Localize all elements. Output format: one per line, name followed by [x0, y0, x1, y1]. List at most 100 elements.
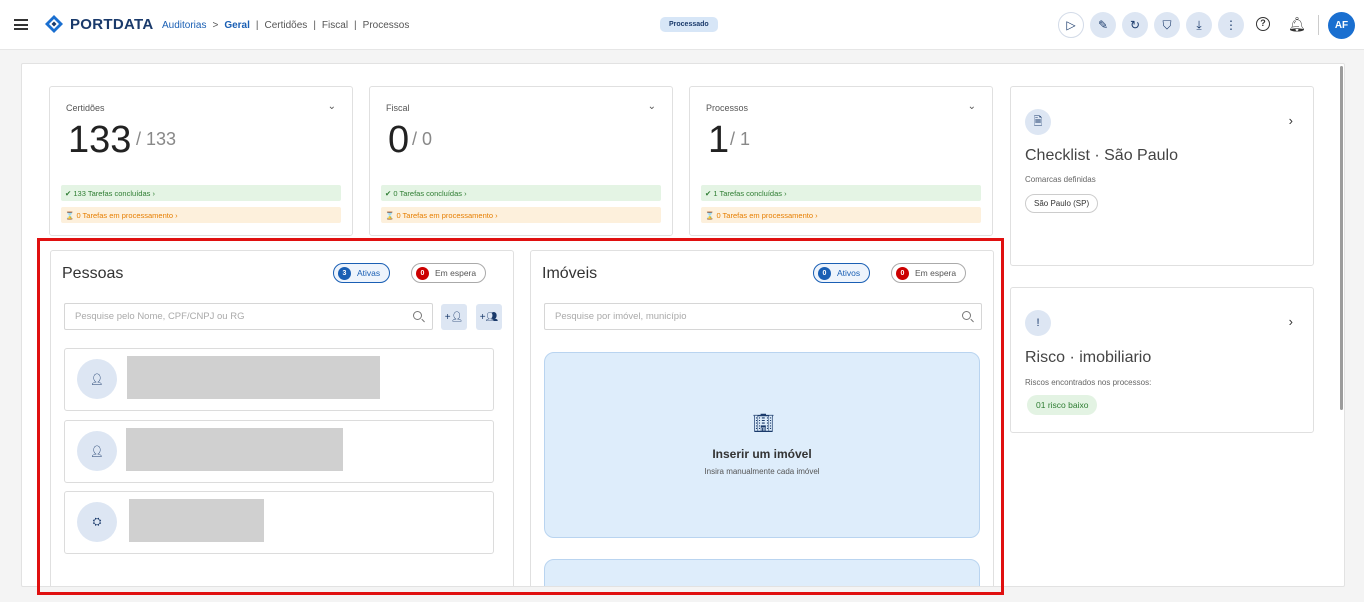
stat-total: / 133: [136, 129, 177, 149]
pessoas-panel: Pessoas 3 Ativas 0 Em espera +👤︎ +👥︎ 👤︎ …: [50, 250, 514, 586]
tasks-processing-label: 0 Tarefas em processamento: [716, 211, 814, 220]
play-icon[interactable]: ▷: [1058, 12, 1084, 38]
stat-value: 0: [388, 119, 410, 161]
insert-title: Inserir um imóvel: [712, 447, 812, 461]
chevron-right-icon: ›: [150, 189, 155, 198]
chevron-right-icon: ›: [462, 189, 467, 198]
tasks-done-link[interactable]: ✔ 0 Tarefas concluídas ›: [381, 185, 661, 201]
shield-icon[interactable]: ⛉: [1154, 12, 1180, 38]
active-filter-pill[interactable]: 3 Ativas: [333, 263, 391, 283]
list-item[interactable]: 👤︎: [64, 348, 494, 411]
stat-label: Fiscal: [386, 103, 410, 113]
edit-icon[interactable]: ✎: [1090, 12, 1116, 38]
menu-icon[interactable]: [14, 19, 28, 30]
chevron-right-icon: ›: [173, 211, 178, 220]
risk-subtitle: Riscos encontrados nos processos:: [1025, 378, 1152, 387]
chevron-right-icon[interactable]: ›: [1289, 314, 1293, 329]
waiting-label: Em espera: [915, 268, 957, 278]
list-item[interactable]: 👤︎: [64, 420, 494, 483]
active-count: 0: [818, 266, 831, 280]
search-icon[interactable]: [413, 311, 422, 320]
breadcrumb-auditorias[interactable]: Auditorias: [162, 20, 206, 31]
waiting-count: 0: [896, 266, 909, 280]
hourglass-icon: ⌛: [705, 211, 717, 220]
divider: [1318, 15, 1319, 35]
stat-card-certidoes: Certidões ⌄ 133 / 133 ✔ 133 Tarefas conc…: [49, 86, 353, 236]
breadcrumb-separator: >: [212, 20, 219, 31]
tasks-processing-label: 0 Tarefas em processamento: [396, 211, 494, 220]
download-icon[interactable]: ⤓: [1186, 12, 1212, 38]
stat-label: Processos: [706, 103, 749, 113]
bell-icon[interactable]: 🔔︎: [1288, 16, 1306, 33]
breadcrumb-separator: |: [255, 20, 259, 31]
tasks-processing-link[interactable]: ⌛ 0 Tarefas em processamento ›: [381, 207, 661, 223]
stat-card-processos: Processos ⌄ 1 / 1 ✔ 1 Tarefas concluídas…: [689, 86, 993, 236]
stat-label: Certidões: [66, 103, 105, 113]
tasks-done-label: 0 Tarefas concluídas: [393, 189, 463, 198]
search-icon[interactable]: [962, 311, 971, 320]
logo-text: PORTDATA: [70, 15, 154, 33]
chevron-right-icon: ›: [813, 211, 818, 220]
imoveis-search-input[interactable]: [545, 304, 981, 329]
logo[interactable]: PORTDATA: [44, 14, 154, 34]
more-icon[interactable]: ⋮: [1218, 12, 1244, 38]
property-card[interactable]: [544, 559, 980, 586]
list-item[interactable]: ⛭: [64, 491, 494, 554]
risk-card[interactable]: ! › Risco · imobiliario Riscos encontrad…: [1010, 287, 1314, 433]
checklist-card[interactable]: 🗎︎ › Checklist · São Paulo Comarcas defi…: [1010, 86, 1314, 266]
chevron-right-icon: ›: [493, 211, 498, 220]
breadcrumb-geral[interactable]: Geral: [224, 20, 250, 31]
pessoas-search-input[interactable]: [65, 304, 432, 329]
hourglass-icon: ⌛: [65, 211, 77, 220]
redacted-name: [129, 499, 264, 542]
stat-total: / 1: [730, 129, 751, 149]
active-label: Ativos: [837, 268, 861, 278]
checklist-title: Checklist · São Paulo: [1025, 147, 1178, 164]
document-icon: 🗎︎: [1025, 109, 1051, 135]
active-count: 3: [338, 266, 351, 280]
scrollbar[interactable]: [1340, 66, 1343, 410]
tasks-processing-link[interactable]: ⌛ 0 Tarefas em processamento ›: [701, 207, 981, 223]
pessoas-search: [64, 303, 433, 330]
chevron-right-icon: ›: [782, 189, 787, 198]
building-add-icon: 🏢︎: [752, 413, 775, 433]
panel-title: Imóveis: [542, 265, 598, 282]
breadcrumb-certidoes[interactable]: Certidões: [265, 20, 308, 31]
portdata-logo-icon: [45, 15, 63, 33]
stat-card-fiscal: Fiscal ⌄ 0 / 0 ✔ 0 Tarefas concluídas › …: [369, 86, 673, 236]
chevron-down-icon[interactable]: ⌄: [968, 101, 976, 112]
chevron-down-icon[interactable]: ⌄: [648, 101, 656, 112]
panel-title: Pessoas: [62, 265, 124, 282]
chevron-right-icon[interactable]: ›: [1289, 113, 1293, 128]
company-icon: ⛭: [77, 502, 117, 542]
chevron-down-icon[interactable]: ⌄: [328, 101, 336, 112]
waiting-filter-pill[interactable]: 0 Em espera: [891, 263, 967, 283]
tasks-processing-link[interactable]: ⌛ 0 Tarefas em processamento ›: [61, 207, 341, 223]
help-icon[interactable]: ?: [1256, 17, 1270, 31]
active-filter-pill[interactable]: 0 Ativos: [813, 263, 871, 283]
tasks-done-link[interactable]: ✔ 1 Tarefas concluídas ›: [701, 185, 981, 201]
waiting-filter-pill[interactable]: 0 Em espera: [411, 263, 487, 283]
add-group-button[interactable]: +👥︎: [476, 304, 502, 330]
tasks-processing-label: 0 Tarefas em processamento: [76, 211, 174, 220]
breadcrumb-processos[interactable]: Processos: [363, 20, 410, 31]
stat-total: / 0: [412, 129, 433, 149]
add-person-button[interactable]: +👤︎: [441, 304, 467, 330]
tasks-done-label: 1 Tarefas concluídas: [713, 189, 783, 198]
refresh-icon[interactable]: ↻: [1122, 12, 1148, 38]
insert-property-card[interactable]: 🏢︎ Inserir um imóvel Insira manualmente …: [544, 352, 980, 538]
stat-value: 133: [68, 119, 132, 161]
top-bar: PORTDATA Auditorias > Geral | Certidões …: [0, 0, 1364, 50]
toolbar-actions: ▷ ✎ ↻ ⛉ ⤓ ⋮: [1058, 12, 1244, 38]
waiting-label: Em espera: [435, 268, 477, 278]
tasks-done-link[interactable]: ✔ 133 Tarefas concluídas ›: [61, 185, 341, 201]
active-label: Ativas: [357, 268, 381, 278]
stat-value: 1: [708, 119, 730, 161]
breadcrumb-fiscal[interactable]: Fiscal: [322, 20, 348, 31]
breadcrumb: Auditorias > Geral | Certidões | Fiscal …: [162, 20, 409, 31]
breadcrumb-separator: |: [354, 20, 357, 31]
avatar[interactable]: AF: [1328, 12, 1355, 39]
checklist-subtitle: Comarcas definidas: [1025, 175, 1096, 184]
tasks-done-label: 133 Tarefas concluídas: [73, 189, 151, 198]
risk-title: Risco · imobiliario: [1025, 349, 1152, 366]
